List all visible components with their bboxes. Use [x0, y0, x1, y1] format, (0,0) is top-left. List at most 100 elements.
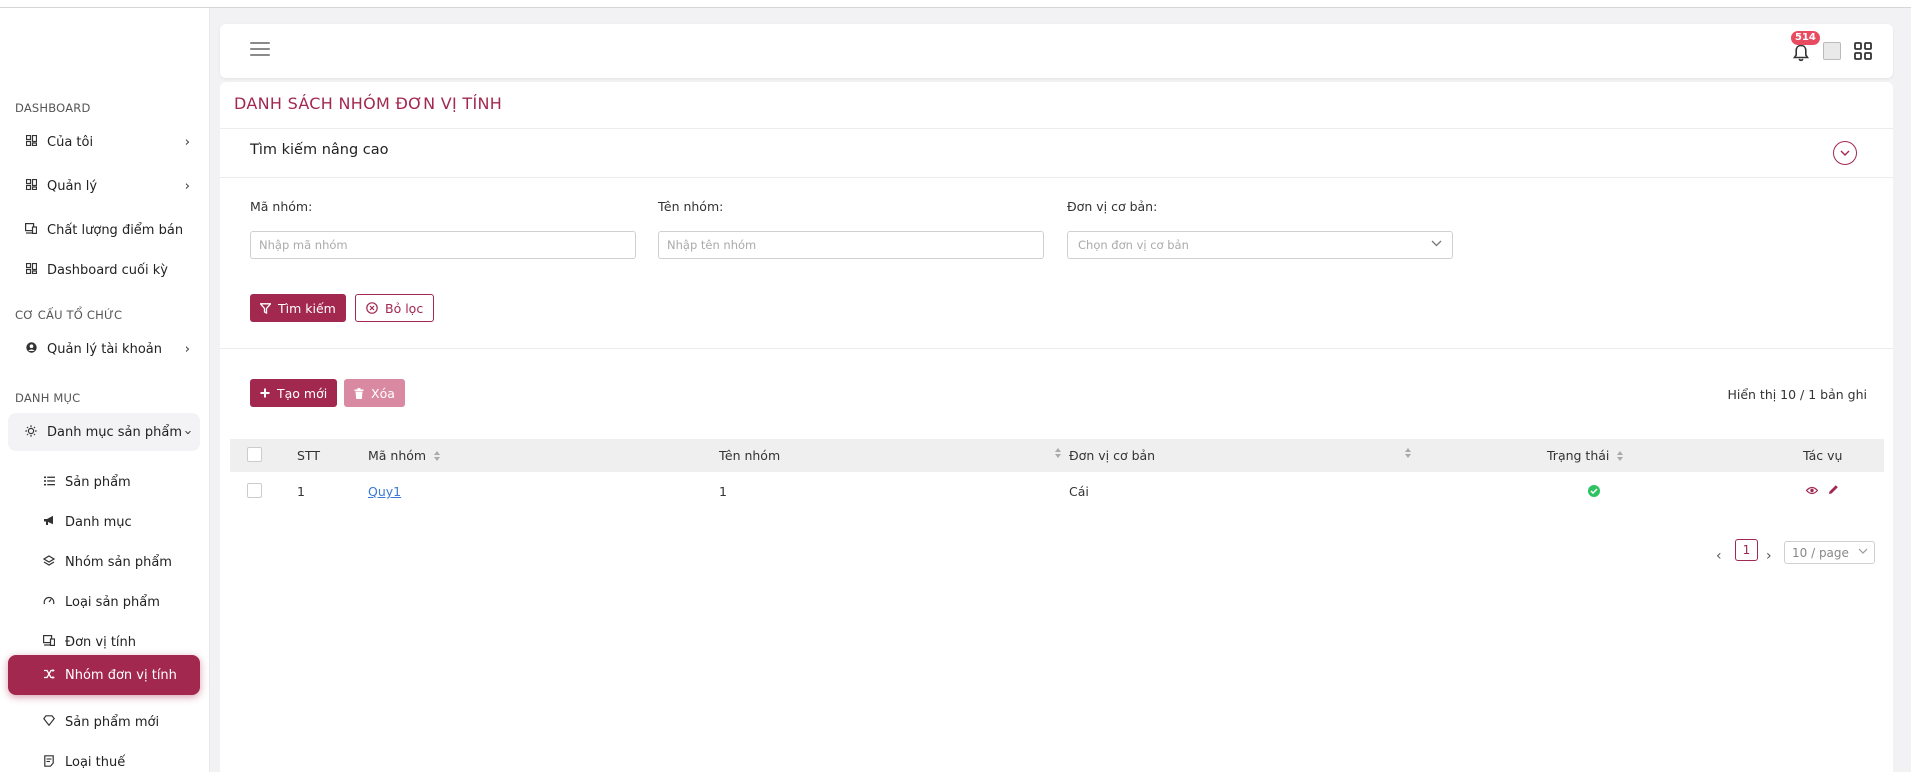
sort-icon — [1405, 448, 1411, 458]
bulb-icon — [24, 424, 38, 440]
sidebar: DASHBOARD Của tôi › Quản lý › Chất lượng… — [0, 8, 210, 772]
advanced-search-title: Tìm kiếm nâng cao — [250, 142, 389, 158]
sort-ten-nhom[interactable] — [1047, 448, 1061, 458]
sidebar-item-nhom-don-vi-tinh[interactable]: Nhóm đơn vị tính — [8, 655, 200, 695]
dashboard-grid-icon — [24, 262, 38, 277]
column-header-stt: STT — [297, 448, 320, 463]
chevron-down-icon: › — [179, 429, 195, 435]
group-name-input[interactable] — [658, 231, 1044, 259]
sidebar-item-san-pham-moi[interactable]: Sản phẩm mới — [8, 703, 200, 741]
layers-icon — [42, 554, 56, 570]
sidebar-section-danh-muc: DANH MỤC — [15, 391, 81, 405]
base-unit-select[interactable]: Chọn đơn vị cơ bản — [1067, 231, 1453, 259]
clear-circle-icon — [366, 302, 378, 314]
dashboard-gauge-icon — [42, 595, 56, 609]
prev-page-icon[interactable]: ‹ — [1716, 548, 1722, 564]
divider — [220, 128, 1893, 129]
clear-filter-label: Bỏ lọc — [385, 300, 424, 316]
sidebar-item-label: Nhóm đơn vị tính — [65, 667, 177, 683]
sidebar-item-label: Loại thuế — [65, 754, 126, 770]
sidebar-item-label: Dashboard cuối kỳ — [47, 262, 168, 278]
sidebar-item-chat-luong-diem-ban[interactable]: Chất lượng điểm bán — [8, 211, 200, 249]
sidebar-item-label: Loại sản phẩm — [65, 594, 160, 610]
sidebar-item-cua-toi[interactable]: Của tôi › — [8, 123, 200, 161]
cell-stt: 1 — [297, 484, 305, 499]
main-content: DANH SÁCH NHÓM ĐƠN VỊ TÍNH Tìm kiếm nâng… — [220, 82, 1893, 772]
apps-grid-icon[interactable] — [1854, 42, 1872, 60]
clear-filter-button[interactable]: Bỏ lọc — [355, 294, 435, 322]
search-button[interactable]: Tìm kiếm — [250, 294, 346, 322]
sidebar-item-san-pham[interactable]: Sản phẩm — [8, 463, 200, 501]
sidebar-item-label: Sản phẩm — [65, 474, 131, 490]
sidebar-item-label: Quản lý — [47, 178, 98, 194]
page-title: DANH SÁCH NHÓM ĐƠN VỊ TÍNH — [234, 94, 503, 113]
page-size-select[interactable]: 10 / page — [1784, 541, 1875, 564]
page-size-value: 10 / page — [1792, 545, 1849, 560]
sidebar-item-quan-ly-tai-khoan[interactable]: Quản lý tài khoản › — [8, 330, 200, 368]
devices-icon — [42, 635, 56, 649]
collapse-toggle-button[interactable] — [1833, 141, 1857, 165]
notification-count-badge: 514 — [1791, 31, 1820, 45]
sidebar-item-loai-san-pham[interactable]: Loại sản phẩm — [8, 583, 200, 621]
pagination-current-page[interactable]: 1 — [1735, 539, 1758, 561]
column-header-tac-vu: Tác vụ — [1803, 448, 1843, 463]
sidebar-item-label: Chất lượng điểm bán — [47, 222, 184, 238]
select-all-checkbox[interactable] — [247, 447, 262, 462]
divider — [220, 348, 1893, 349]
sidebar-item-danh-muc[interactable]: Danh mục — [8, 503, 200, 541]
sidebar-item-danh-muc-san-pham[interactable]: Danh mục sản phẩm › — [8, 413, 200, 451]
shuffle-icon — [42, 668, 56, 682]
user-circle-icon — [24, 342, 38, 356]
avatar[interactable] — [1823, 42, 1841, 60]
create-new-button[interactable]: Tạo mới — [250, 379, 338, 407]
sidebar-item-label: Danh mục sản phẩm — [47, 424, 183, 440]
column-header-ma-nhom[interactable]: Mã nhóm — [368, 448, 441, 463]
filter-icon — [260, 302, 271, 314]
sidebar-item-loai-thue[interactable]: Loại thuế — [8, 743, 200, 772]
top-header: 514 — [220, 24, 1893, 78]
sidebar-item-nhom-san-pham[interactable]: Nhóm sản phẩm — [8, 543, 200, 581]
divider — [220, 177, 1893, 178]
chevron-down-icon — [1431, 240, 1442, 247]
sort-icon — [1055, 448, 1061, 458]
chevron-down-icon — [1858, 548, 1868, 554]
cell-group-code-link[interactable]: Quy1 — [368, 484, 401, 499]
sidebar-item-label: Nhóm sản phẩm — [65, 554, 172, 570]
table-row: 1 Quy1 1 Cái — [230, 472, 1884, 510]
sort-icon — [1617, 450, 1624, 461]
sort-don-vi-co-ban[interactable] — [1397, 448, 1411, 458]
chevron-down-icon — [1840, 150, 1850, 156]
column-header-ten-nhom[interactable]: Tên nhóm — [719, 448, 780, 463]
plus-icon — [260, 388, 270, 398]
window-top-border — [0, 0, 1911, 8]
sort-icon — [434, 450, 441, 461]
create-new-label: Tạo mới — [277, 385, 328, 401]
sidebar-item-dashboard-cuoi-ky[interactable]: Dashboard cuối kỳ — [8, 251, 200, 289]
sidebar-item-label: Của tôi — [47, 134, 94, 150]
dashboard-grid-icon — [24, 178, 38, 193]
trash-icon — [354, 387, 364, 399]
chevron-right-icon: › — [184, 134, 190, 150]
column-header-trang-thai[interactable]: Trạng thái — [1547, 448, 1624, 463]
cell-group-name: 1 — [719, 484, 727, 499]
group-name-label: Tên nhóm: — [658, 199, 724, 214]
group-code-input[interactable] — [250, 231, 636, 259]
sidebar-section-dashboard: DASHBOARD — [15, 101, 91, 115]
devices-icon — [24, 223, 38, 237]
base-unit-placeholder: Chọn đơn vị cơ bản — [1078, 238, 1189, 252]
cell-base-unit: Cái — [1069, 484, 1089, 499]
megaphone-icon — [42, 515, 56, 529]
sidebar-section-co-cau-to-chuc: CƠ CẤU TỔ CHỨC — [15, 308, 123, 322]
group-code-label: Mã nhóm: — [250, 199, 313, 214]
view-eye-icon[interactable] — [1805, 484, 1819, 499]
column-header-don-vi-co-ban[interactable]: Đơn vị cơ bản — [1069, 448, 1155, 463]
dashboard-grid-icon — [24, 134, 38, 149]
row-checkbox[interactable] — [247, 483, 262, 498]
edit-pencil-icon[interactable] — [1828, 484, 1839, 499]
hamburger-menu-icon[interactable] — [250, 42, 270, 58]
sidebar-item-label: Đơn vị tính — [65, 634, 137, 650]
delete-button[interactable]: Xóa — [344, 379, 405, 407]
next-page-icon[interactable]: › — [1766, 548, 1772, 564]
sidebar-item-quan-ly[interactable]: Quản lý › — [8, 167, 200, 205]
chevron-right-icon: › — [184, 341, 190, 357]
